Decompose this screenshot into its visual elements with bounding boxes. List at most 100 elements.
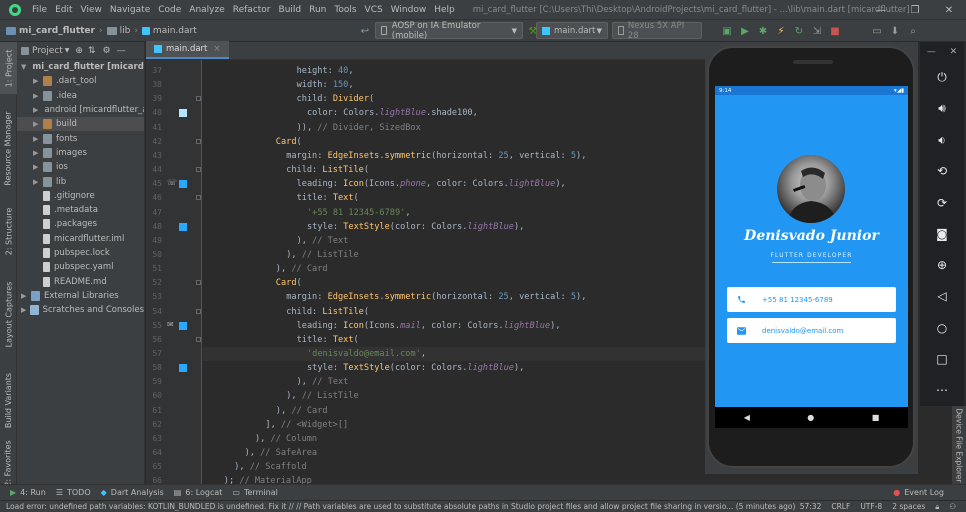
tree-item[interactable]: ▶ .dart_tool — [17, 74, 144, 88]
code-line[interactable]: leading: Icon(Icons.phone, color: Colors… — [203, 177, 566, 191]
chevron-right-icon[interactable]: ▶ — [33, 120, 41, 128]
chevron-down-icon[interactable]: ▼ — [21, 63, 26, 71]
chevron-right-icon[interactable]: ▶ — [21, 292, 29, 300]
fold-marker-icon[interactable] — [196, 167, 201, 173]
cursor-position[interactable]: 57:32 — [800, 502, 822, 512]
tab-todo[interactable]: ☰ TODO — [56, 488, 91, 497]
close-icon[interactable]: ✕ — [932, 0, 966, 20]
code-line[interactable]: style: TextStyle(color: Colors.lightBlue… — [203, 361, 524, 375]
color-swatch-icon[interactable] — [179, 364, 187, 373]
tree-item[interactable]: .gitignore — [17, 189, 144, 203]
code-line[interactable]: child: ListTile( — [203, 305, 369, 319]
tab-resource-manager[interactable]: Resource Manager — [0, 100, 17, 196]
chevron-right-icon[interactable]: ▶ — [33, 77, 41, 85]
chevron-down-icon[interactable]: ▼ — [65, 47, 70, 54]
device-selector[interactable]: AOSP on IA Emulator (mobile) ▼ — [375, 21, 523, 41]
back-icon[interactable]: ◁ — [920, 281, 964, 312]
code-line[interactable]: Card( — [203, 276, 302, 290]
code-line[interactable]: style: TextStyle(color: Colors.lightBlue… — [203, 220, 524, 234]
hide-panel-icon[interactable]: — — [117, 46, 126, 56]
breadcrumb-lib[interactable]: lib — [120, 26, 131, 36]
tab-event-log[interactable]: ● Event Log — [893, 488, 944, 497]
fold-marker-icon[interactable] — [196, 195, 201, 201]
chevron-right-icon[interactable]: ▶ — [33, 106, 38, 114]
code-line[interactable]: )), // Divider, SizedBox — [203, 121, 421, 135]
tab-device-file-explorer[interactable]: Device File Explorer — [952, 406, 966, 484]
stop-icon[interactable]: ■ — [828, 24, 842, 38]
code-line[interactable]: ), // Card — [203, 262, 328, 276]
code-line[interactable]: title: Text( — [203, 191, 359, 205]
code-area[interactable]: height: 40, width: 150, child: Divider(col… — [203, 60, 720, 484]
rotate-right-icon[interactable]: ⟳ — [920, 187, 964, 218]
code-line[interactable]: ), // Text — [203, 234, 349, 248]
menu-code[interactable]: Code — [154, 5, 185, 15]
close-icon[interactable]: ✕ — [950, 47, 958, 57]
code-line[interactable]: ), // Column — [203, 432, 317, 446]
chevron-right-icon[interactable]: ▶ — [21, 306, 28, 314]
menu-edit[interactable]: Edit — [51, 5, 76, 15]
code-line[interactable]: ); // MaterialApp — [203, 474, 312, 484]
chevron-right-icon[interactable]: ▶ — [33, 135, 41, 143]
code-line[interactable]: margin: EdgeInsets.symmetric(horizontal:… — [203, 290, 586, 304]
tab-main-dart[interactable]: main.dart × — [146, 41, 229, 59]
volume-up-icon[interactable]: 🔊︎ — [920, 93, 964, 124]
menu-refactor[interactable]: Refactor — [229, 5, 275, 15]
color-swatch-icon[interactable] — [179, 222, 187, 231]
lock-icon[interactable]: 🔒︎ — [935, 502, 939, 512]
menu-tools[interactable]: Tools — [330, 5, 360, 15]
menu-window[interactable]: Window — [387, 5, 431, 15]
tree-item[interactable]: ▶ images — [17, 146, 144, 160]
phone-screen[interactable]: 9:14 ▾◢▮ Denisvado Junior FLUTTER DEVELO… — [715, 86, 908, 428]
back-arrow-icon[interactable]: ↩ — [358, 24, 372, 38]
tree-item[interactable]: ▼ mi_card_flutter [micardflutter] — [17, 60, 144, 74]
fold-marker-icon[interactable] — [196, 96, 201, 102]
code-line[interactable]: title: Text( — [203, 333, 359, 347]
chevron-right-icon[interactable]: ▶ — [33, 92, 41, 100]
restore-icon[interactable]: ❐ — [898, 0, 932, 20]
line-separator[interactable]: CRLF — [831, 502, 850, 512]
tree-item[interactable]: README.md — [17, 274, 144, 288]
locate-target-icon[interactable]: ⊕ — [75, 46, 83, 56]
tab-run[interactable]: ▶ 4: Run — [10, 488, 46, 497]
home-icon[interactable]: ○ — [920, 312, 964, 343]
breadcrumb-project[interactable]: mi_card_flutter — [19, 26, 95, 36]
back-triangle-icon[interactable]: ◀ — [744, 413, 750, 422]
fold-marker-icon[interactable] — [196, 308, 201, 314]
power-icon[interactable]: ⏻ — [920, 62, 964, 93]
more-icon[interactable]: ⋯ — [920, 375, 964, 406]
code-line[interactable]: '+55 81 12345-6789', — [203, 206, 411, 220]
menu-run[interactable]: Run — [305, 5, 330, 15]
tab-build-variants[interactable]: Build Variants — [0, 362, 17, 438]
tree-item[interactable]: .metadata — [17, 203, 144, 217]
gear-icon[interactable]: ⚙ — [103, 46, 111, 56]
run-config-selector[interactable]: main.dart ▼ — [536, 22, 608, 39]
menu-build[interactable]: Build — [275, 5, 306, 15]
avd-manager-icon[interactable]: ▭ — [870, 24, 884, 38]
menu-vcs[interactable]: VCS — [361, 5, 387, 15]
color-swatch-icon[interactable] — [179, 109, 187, 118]
code-line[interactable]: ), // SafeArea — [203, 446, 317, 460]
tree-item[interactable]: .packages — [17, 217, 144, 231]
debug-icon[interactable]: ✱ — [756, 24, 770, 38]
code-line[interactable]: margin: EdgeInsets.symmetric(horizontal:… — [203, 149, 586, 163]
chevron-right-icon[interactable]: ▶ — [33, 149, 41, 157]
hot-restart-icon[interactable]: ↻ — [792, 24, 806, 38]
attach-icon[interactable]: ⇲ — [810, 24, 824, 38]
tab-favorites[interactable]: 2: Favorites — [0, 440, 17, 486]
tree-item[interactable]: ▶ lib — [17, 174, 144, 188]
tree-item[interactable]: ▶ android [micardflutter_android] — [17, 103, 144, 117]
tab-project-tool[interactable]: 1: Project — [0, 42, 17, 94]
menu-file[interactable]: File — [28, 5, 51, 15]
build-hammer-icon[interactable]: ⚒ — [526, 24, 540, 38]
tree-item[interactable]: pubspec.lock — [17, 246, 144, 260]
code-line[interactable]: leading: Icon(Icons.mail, color: Colors.… — [203, 319, 561, 333]
overview-icon[interactable]: □ — [920, 343, 964, 374]
fold-marker-icon[interactable] — [196, 138, 201, 144]
editor-gutter[interactable]: 37 38 39 40 41 42 43 44 45 46 47 48 49 50 51 52 53 54 55 56… — [146, 60, 202, 485]
code-line[interactable]: ), // Text — [203, 375, 349, 389]
tree-item[interactable]: ▶ External Libraries — [17, 289, 144, 303]
code-line[interactable]: ), // ListTile — [203, 248, 358, 262]
status-message[interactable]: Load error: undefined path variables: KO… — [0, 502, 800, 511]
fold-marker-icon[interactable] — [196, 280, 201, 286]
rotate-left-icon[interactable]: ⟲ — [920, 156, 964, 187]
